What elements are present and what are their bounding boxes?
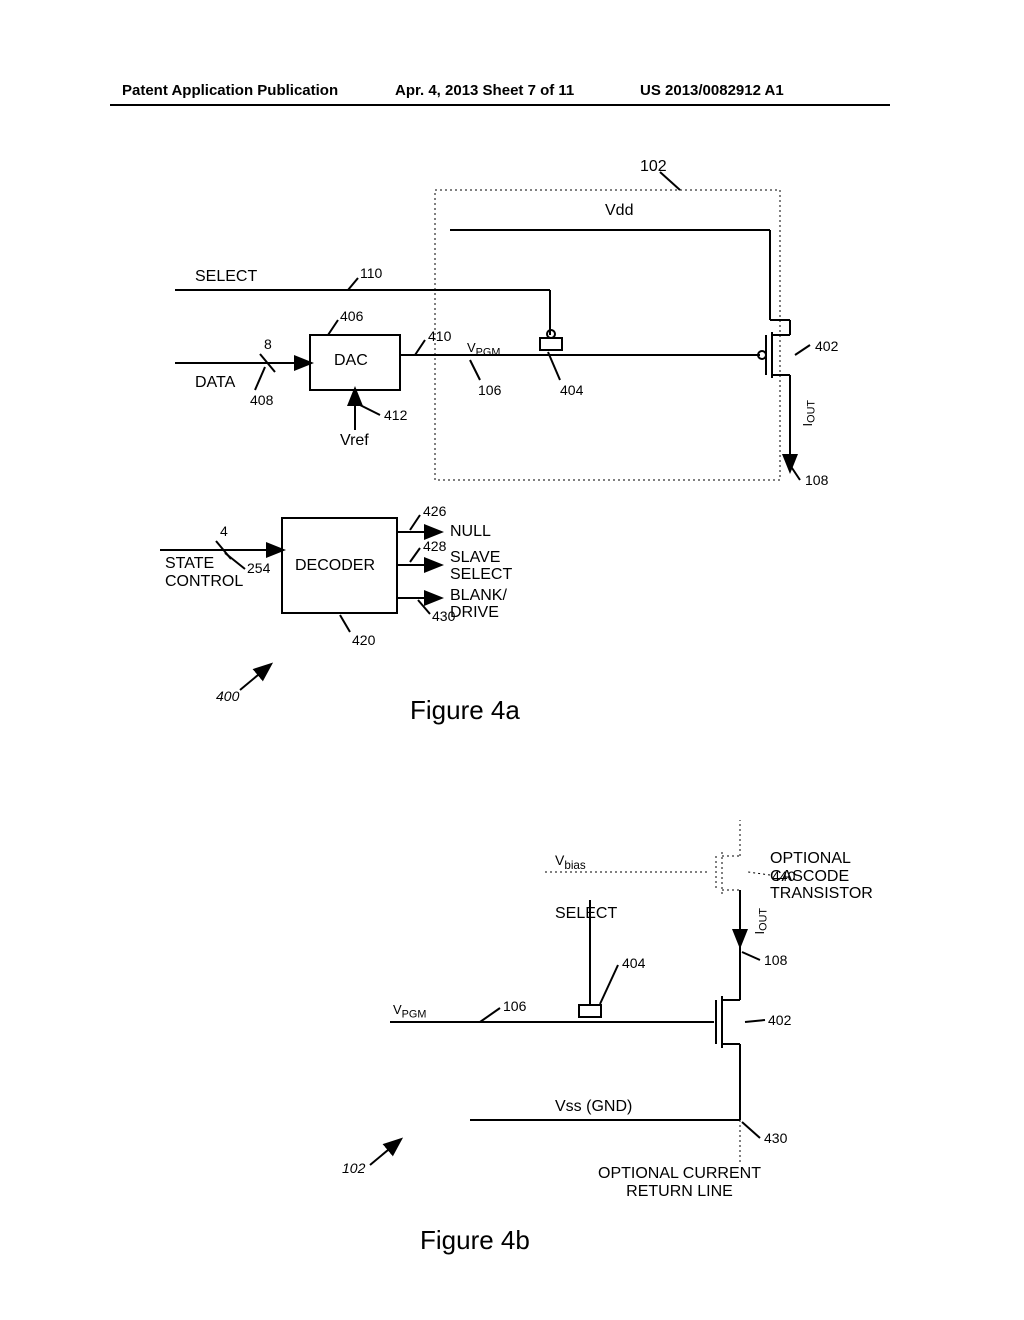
ref-420: 420 <box>352 632 375 648</box>
label-vbias: Vbias <box>555 852 586 872</box>
ref-110: 110 <box>360 265 382 281</box>
ref-106-4a: 106 <box>478 382 501 398</box>
bus-width-data: 8 <box>264 336 272 352</box>
label-null: NULL <box>450 523 491 541</box>
label-vpgm-4b: VPGM <box>393 1002 426 1021</box>
label-vpgm-4a: VPGM <box>467 340 500 359</box>
label-iout-4b: IOUT <box>752 908 770 934</box>
ref-402-4b: 402 <box>768 1012 791 1028</box>
label-decoder: DECODER <box>295 557 375 575</box>
ref-108-4b: 108 <box>764 952 787 968</box>
ref-430-4b: 430 <box>764 1130 787 1146</box>
label-vss: Vss (GND) <box>555 1098 632 1116</box>
caption-fig4a: Figure 4a <box>410 695 520 726</box>
ref-412: 412 <box>384 407 407 423</box>
label-slave-select: SLAVE SELECT <box>450 550 512 584</box>
ref-404-4b: 404 <box>622 955 645 971</box>
ref-106-4b: 106 <box>503 998 526 1014</box>
ref-428: 428 <box>423 538 446 554</box>
pixel-boundary-4a <box>435 190 780 480</box>
label-select-4b: SELECT <box>555 905 617 923</box>
diagram-canvas <box>0 0 1024 1320</box>
label-data: DATA <box>195 374 235 392</box>
label-vdd: Vdd <box>605 202 633 220</box>
label-blank-drive: BLANK/ DRIVE <box>450 588 507 622</box>
ref-102-4a: 102 <box>640 158 667 176</box>
bus-width-state: 4 <box>220 523 228 539</box>
ref-410: 410 <box>428 328 451 344</box>
ref-430-4a: 430 <box>432 608 455 624</box>
label-dac: DAC <box>334 352 368 370</box>
ref-108-4a: 108 <box>805 472 828 488</box>
label-return-line: OPTIONAL CURRENT RETURN LINE <box>598 1165 761 1200</box>
ref-400: 400 <box>216 688 239 704</box>
label-iout-4a: IOUT <box>800 400 818 426</box>
ref-440: 440 <box>772 868 795 884</box>
label-select-4a: SELECT <box>195 268 257 286</box>
label-vref: Vref <box>340 432 369 450</box>
ref-408: 408 <box>250 392 273 408</box>
ref-402-4a: 402 <box>815 338 838 354</box>
ref-404-4a: 404 <box>560 382 583 398</box>
label-state-control: STATE CONTROL <box>165 555 243 592</box>
ref-426: 426 <box>423 503 446 519</box>
ref-406: 406 <box>340 308 363 324</box>
ref-102-4b: 102 <box>342 1160 365 1176</box>
caption-fig4b: Figure 4b <box>420 1225 530 1256</box>
ref-254: 254 <box>247 560 270 576</box>
